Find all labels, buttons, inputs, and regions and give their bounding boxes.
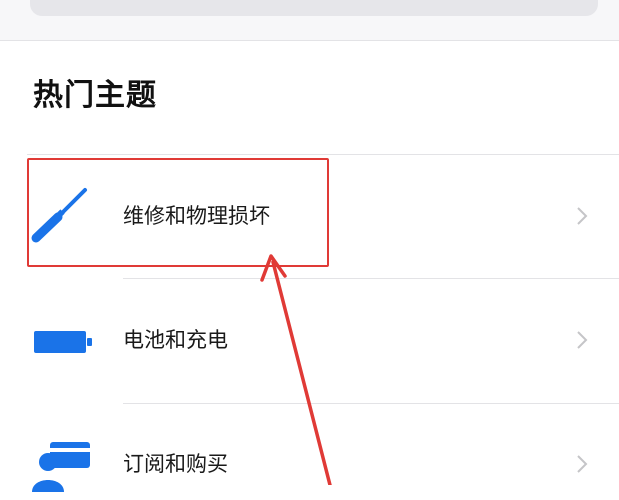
search-bar[interactable] [30, 0, 598, 16]
divider [123, 278, 619, 279]
chevron-right-icon [576, 453, 588, 475]
topic-label-subscriptions: 订阅和购买 [123, 452, 228, 476]
chevron-right-icon [576, 329, 588, 351]
topic-row-battery[interactable]: 电池和充电 [0, 308, 619, 372]
chevron-right-icon [576, 205, 588, 227]
divider [27, 154, 619, 155]
topic-row-subscriptions[interactable]: 订阅和购买 [0, 432, 619, 496]
topic-label-battery: 电池和充电 [123, 328, 228, 352]
top-band [0, 0, 619, 40]
annotation-highlight-box [27, 158, 329, 267]
top-divider [0, 40, 619, 41]
divider [123, 403, 619, 404]
person-card-icon [28, 432, 92, 496]
battery-icon [28, 308, 92, 372]
section-title: 热门主题 [33, 78, 157, 113]
